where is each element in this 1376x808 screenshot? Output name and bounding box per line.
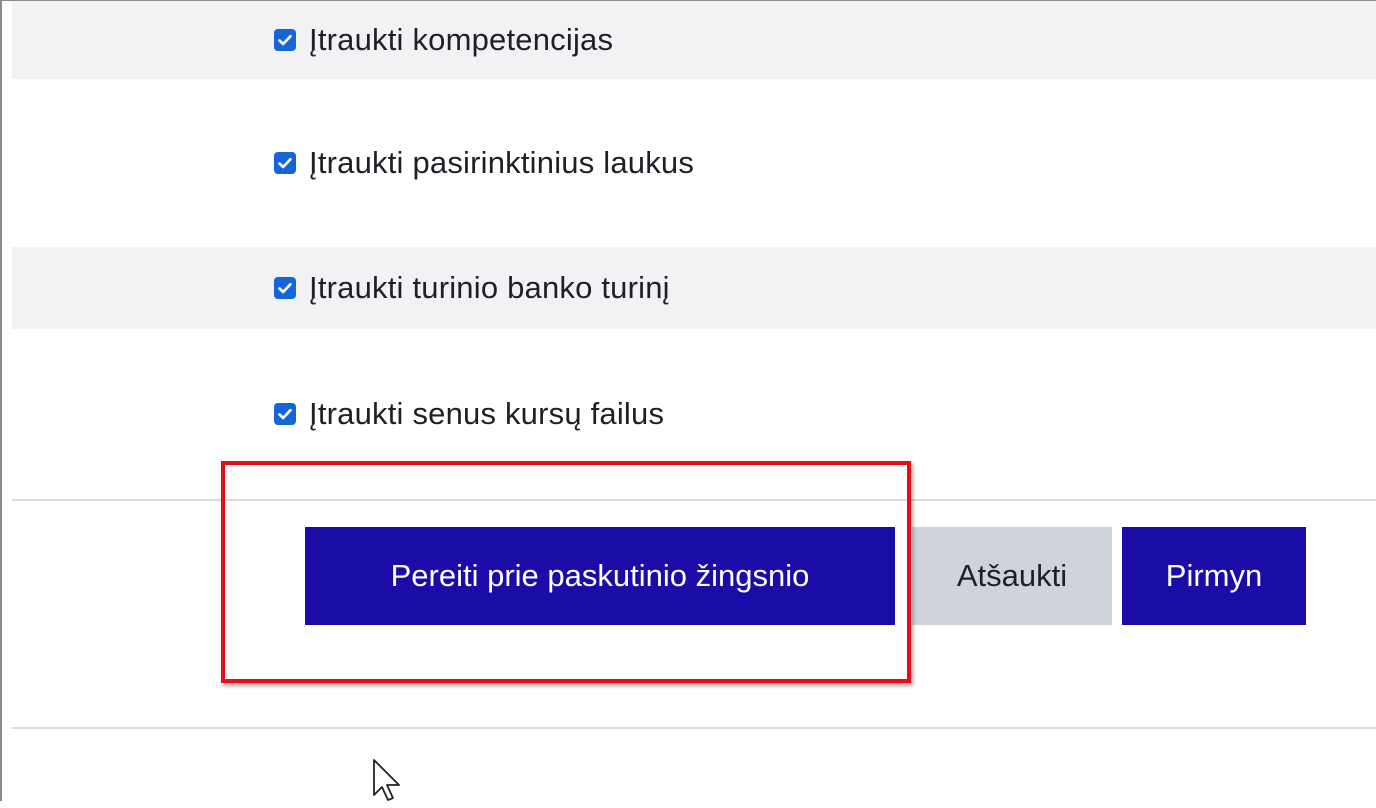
option-label[interactable]: Įtraukti kompetencijas xyxy=(309,22,613,58)
checkbox-legacy-files[interactable] xyxy=(274,403,296,425)
mouse-pointer-icon xyxy=(370,757,406,808)
highlight-annotation xyxy=(221,461,911,683)
checkmark-icon xyxy=(278,34,292,46)
option-row-competencies: Įtraukti kompetencijas xyxy=(12,1,1376,79)
app-window: Įtraukti kompetencijas Įtraukti pasirink… xyxy=(0,0,1376,801)
checkmark-icon xyxy=(278,157,292,169)
option-label[interactable]: Įtraukti turinio banko turinį xyxy=(309,270,670,306)
checkbox-custom-fields[interactable] xyxy=(274,152,296,174)
option-label[interactable]: Įtraukti senus kursų failus xyxy=(309,396,664,432)
option-row-custom-fields: Įtraukti pasirinktinius laukus xyxy=(12,79,1376,247)
checkmark-icon xyxy=(278,408,292,420)
checkbox-competencies[interactable] xyxy=(274,29,296,51)
next-button[interactable]: Pirmyn xyxy=(1122,527,1306,625)
option-label[interactable]: Įtraukti pasirinktinius laukus xyxy=(309,145,694,181)
checkmark-icon xyxy=(278,282,292,294)
divider xyxy=(12,727,1376,729)
option-row-content-bank: Įtraukti turinio banko turinį xyxy=(12,247,1376,329)
checkbox-content-bank[interactable] xyxy=(274,277,296,299)
cancel-button[interactable]: Atšaukti xyxy=(912,527,1112,625)
